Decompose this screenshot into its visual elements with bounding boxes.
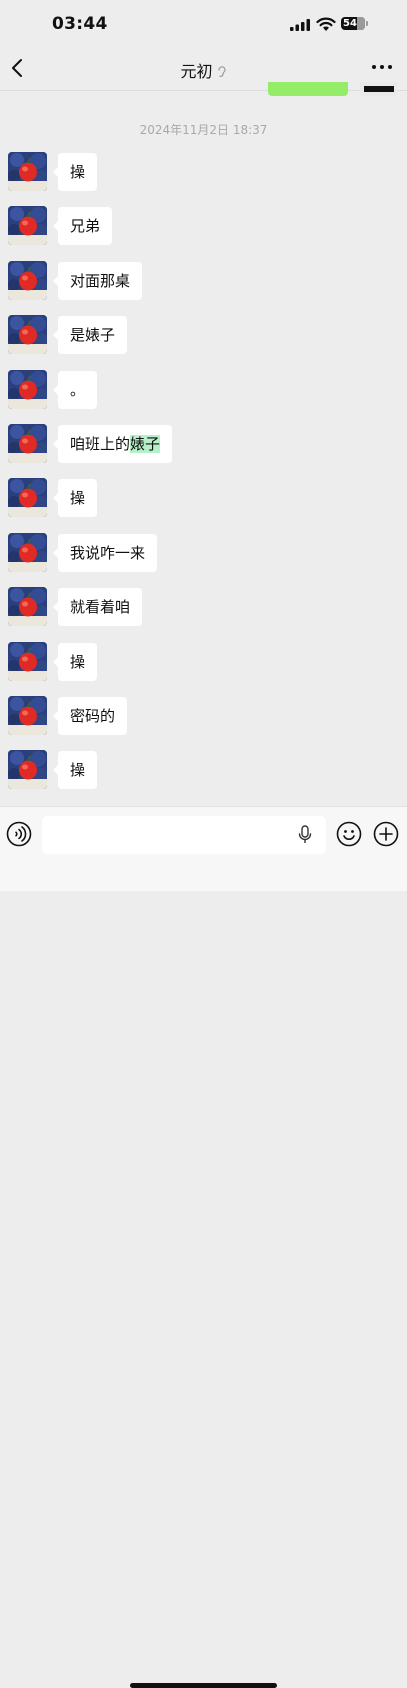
message-bubble[interactable]: 操 — [52, 643, 98, 681]
sent-bubble-edge — [268, 82, 348, 96]
message-row: 就看着咱 — [0, 587, 407, 627]
message-row: 咱班上的婊子 — [0, 424, 407, 464]
message-bubble[interactable]: 咱班上的婊子 — [52, 425, 173, 463]
message-bubble[interactable]: 就看着咱 — [52, 588, 143, 626]
message-bubble[interactable]: 操 — [52, 751, 98, 789]
ear-mute-icon — [217, 66, 226, 77]
message-row: 操 — [0, 642, 407, 682]
avatar[interactable] — [8, 533, 47, 572]
ellipsis-icon[interactable] — [371, 60, 393, 74]
battery-icon: 54 — [341, 17, 371, 32]
contact-name: 元初 — [180, 62, 213, 81]
message-row: 是婊子 — [0, 315, 407, 355]
status-bar: 03:44 54 — [0, 0, 407, 48]
avatar[interactable] — [8, 261, 47, 300]
voice-icon[interactable] — [6, 821, 32, 847]
message-text: 是婊子 — [70, 326, 116, 344]
avatar[interactable] — [8, 370, 47, 409]
message-text: 兄弟 — [70, 217, 101, 235]
avatar[interactable] — [8, 478, 47, 517]
message-row: 操 — [0, 478, 407, 518]
avatar[interactable] — [8, 750, 47, 789]
message-text: 就看着咱 — [70, 598, 131, 616]
avatar[interactable] — [8, 424, 47, 463]
message-row: 操 — [0, 152, 407, 192]
message-text: 操 — [70, 489, 86, 507]
message-input[interactable] — [42, 816, 326, 854]
message-bubble[interactable]: 兄弟 — [52, 207, 113, 245]
avatar[interactable] — [8, 152, 47, 191]
sent-image-edge — [360, 82, 398, 96]
message-text: 操 — [70, 163, 86, 181]
message-text: 对面那桌 — [70, 272, 131, 290]
message-row: 。 — [0, 370, 407, 410]
message-bubble[interactable]: 是婊子 — [52, 316, 128, 354]
message-row: 兄弟 — [0, 206, 407, 246]
avatar[interactable] — [8, 315, 47, 354]
mic-icon[interactable] — [298, 825, 312, 845]
message-bubble[interactable]: 对面那桌 — [52, 262, 143, 300]
message-row: 密码的 — [0, 696, 407, 736]
message-text: 我说咋一来 — [70, 544, 146, 562]
home-indicator — [130, 1683, 277, 1688]
message-bubble[interactable]: 密码的 — [52, 697, 128, 735]
message-row: 我说咋一来 — [0, 533, 407, 573]
message-timestamp: 2024年11月2日 18:37 — [139, 123, 268, 137]
message-row: 操 — [0, 750, 407, 790]
emoji-icon[interactable] — [336, 821, 362, 847]
message-bubble[interactable]: 我说咋一来 — [52, 534, 158, 572]
chat-title: 元初 — [0, 58, 407, 82]
message-row: 对面那桌 — [0, 261, 407, 301]
message-bubble[interactable]: 操 — [52, 479, 98, 517]
wifi-icon — [316, 17, 336, 31]
avatar[interactable] — [8, 206, 47, 245]
signal-icon — [290, 19, 310, 31]
message-text: 操 — [70, 761, 86, 779]
message-text: 操 — [70, 653, 86, 671]
status-time: 03:44 — [52, 14, 108, 34]
message-text: 咱班上的 — [70, 435, 131, 453]
message-bubble[interactable]: 。 — [52, 371, 98, 409]
avatar[interactable] — [8, 696, 47, 735]
battery-level: 54 — [343, 18, 357, 29]
plus-icon[interactable] — [373, 821, 399, 847]
message-bubble[interactable]: 操 — [52, 153, 98, 191]
input-bar — [0, 806, 407, 1688]
message-text: 密码的 — [70, 707, 116, 725]
highlighted-text: 婊子 — [130, 435, 161, 453]
avatar[interactable] — [8, 587, 47, 626]
avatar[interactable] — [8, 642, 47, 681]
message-text: 。 — [70, 381, 86, 399]
